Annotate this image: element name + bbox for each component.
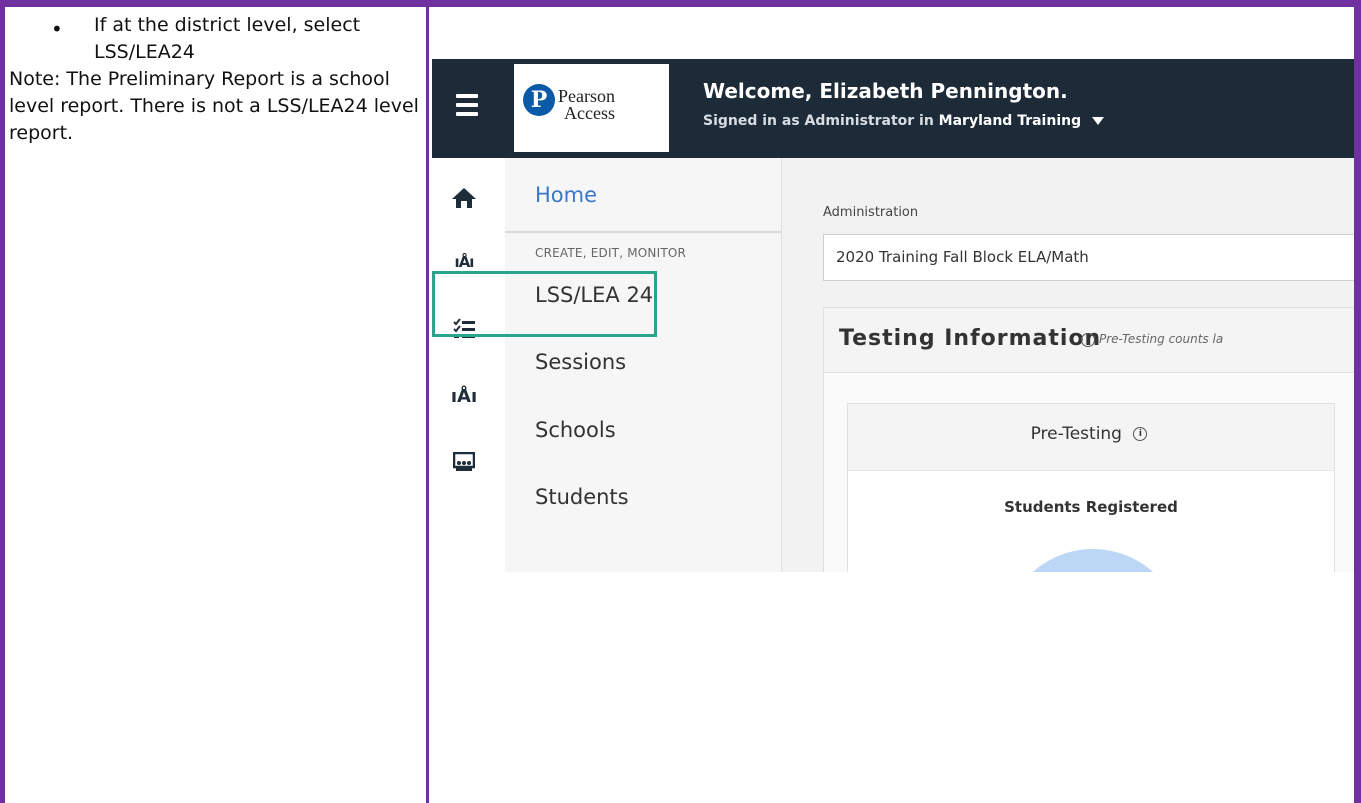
sidebar-nav: Home CREATE, EDIT, MONITOR LSS/LEA 24 Se… [505,158,782,572]
info-icon[interactable]: i [1081,332,1095,347]
menu-icon[interactable] [456,94,478,121]
sidebar-item-students[interactable]: Students [535,485,629,509]
pearson-logo-icon: P [523,84,555,116]
table-top-border [0,0,1361,7]
table-middle-border [426,0,429,803]
testing-information-note: i Pre-Testing counts la [1081,332,1223,347]
nav-divider [505,231,781,233]
students-registered-label: Students Registered [1004,498,1178,516]
chevron-down-icon[interactable] [1091,117,1104,125]
pre-testing-title: Pre-Testing i [848,424,1334,444]
pre-testing-title-text: Pre-Testing [1030,424,1122,444]
sidebar-item-schools[interactable]: Schools [535,418,616,442]
students-registered-chart [1003,549,1183,572]
instruction-bullet-text: If at the district level, select LSS/LEA… [94,14,361,63]
lss-lea-24-highlight-box [432,271,657,337]
testing-information-header: Testing Information i Pre-Testing counts … [824,308,1354,373]
welcome-message: Welcome, Elizabeth Pennington. [703,79,1068,103]
table-right-border [1354,0,1361,803]
signed-in-info[interactable]: Signed in as Administrator in Maryland T… [703,113,1104,129]
instruction-note: Note: The Preliminary Report is a school… [9,68,419,144]
pre-testing-header: Pre-Testing i [848,404,1334,471]
nav-icon-column: ıÅı ıÅı [432,158,505,572]
nav-section-header: CREATE, EDIT, MONITOR [535,246,687,260]
sidebar-item-home[interactable]: Home [535,183,597,207]
signed-in-prefix: Signed in as Administrator in [703,113,934,129]
school-icon[interactable]: ıÅı [450,386,478,407]
organization-name: Maryland Training [938,113,1082,129]
main-content: Administration 2020 Training Fall Block … [782,158,1354,572]
instructions-cell: • If at the district level, select LSS/L… [5,7,425,147]
info-icon[interactable]: i [1133,427,1148,441]
testing-information-card: Testing Information i Pre-Testing counts … [823,307,1354,572]
district-icon[interactable]: ıÅı [450,253,478,271]
pre-testing-card: Pre-Testing i Students Registered [847,403,1335,572]
logo-text: Pearson Access [558,87,615,123]
instruction-bullet: • If at the district level, select LSS/L… [5,12,425,66]
sidebar-item-sessions[interactable]: Sessions [535,350,626,374]
pearson-access-logo[interactable]: P Pearson Access [514,64,669,152]
administration-label: Administration [823,205,919,220]
app-header: P Pearson Access Welcome, Elizabeth Penn… [432,59,1354,158]
administration-select[interactable]: 2020 Training Fall Block ELA/Math [823,234,1354,281]
students-icon[interactable] [450,451,478,476]
home-icon[interactable] [450,186,478,214]
logo-line-2: Access [564,103,615,123]
bullet-icon: • [51,17,63,41]
testing-note-text: Pre-Testing counts la [1099,332,1224,346]
testing-information-title: Testing Information [839,326,1102,351]
